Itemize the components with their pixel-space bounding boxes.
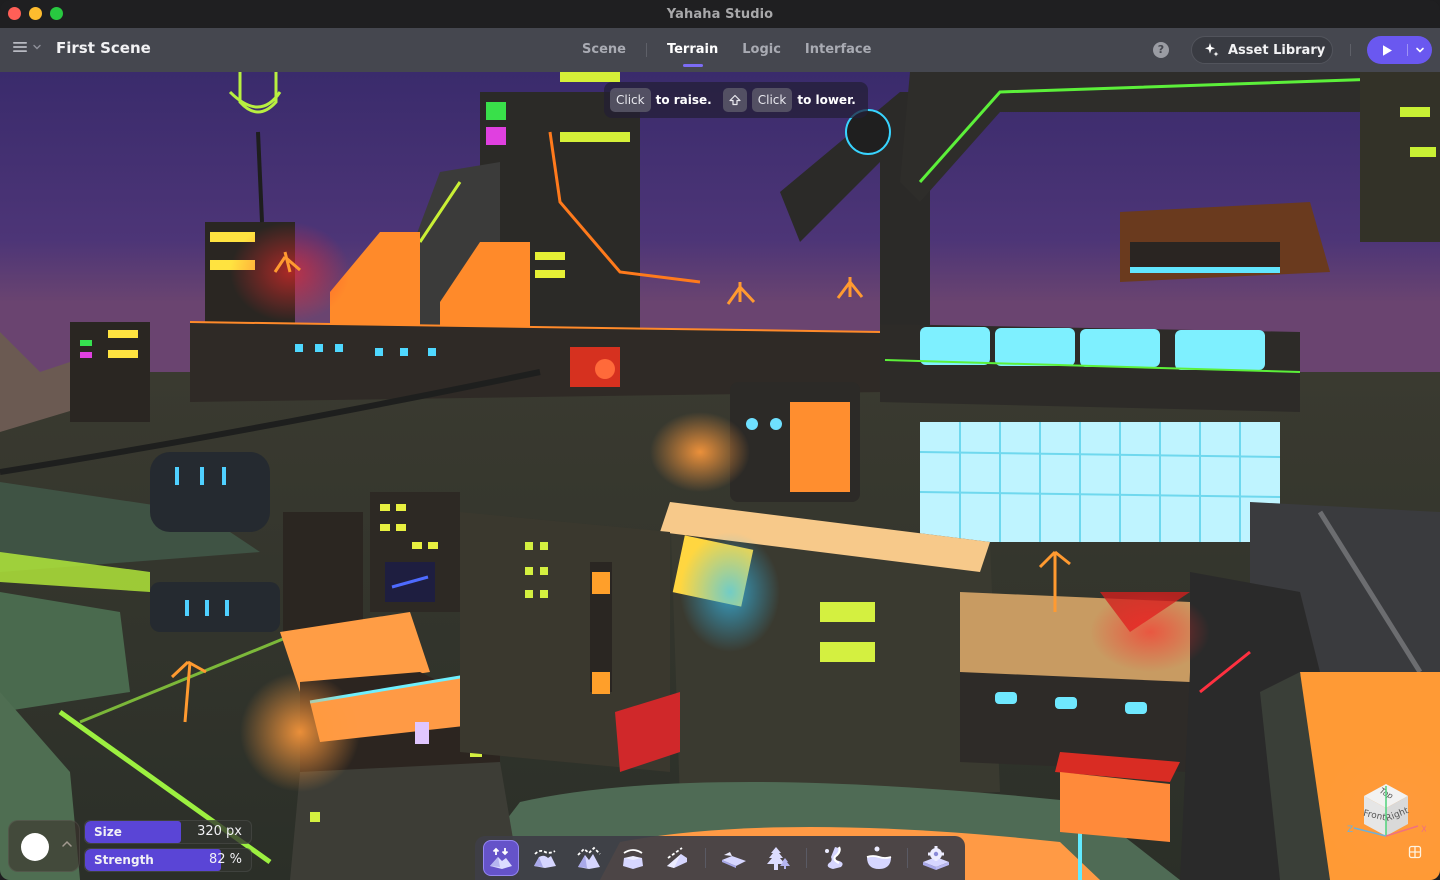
hamburger-menu-icon xyxy=(13,42,27,52)
shift-key-icon xyxy=(729,94,741,106)
terrain-tools-bar xyxy=(475,836,965,880)
gizmo-z-axis-label: Z xyxy=(1347,825,1353,835)
tool-group-divider xyxy=(806,848,807,868)
gizmo-x-axis-label: X xyxy=(1421,825,1426,835)
app-window: Yahaha Studio First Scene Scene Terrain … xyxy=(0,0,1440,880)
scene-viewport[interactable]: Click to raise. Click to lower. Size 320… xyxy=(0,72,1440,880)
flatten-tool[interactable] xyxy=(615,840,651,876)
sharpen-tool[interactable] xyxy=(571,840,607,876)
slope-tool[interactable] xyxy=(659,840,695,876)
toolbar-divider xyxy=(1350,44,1351,56)
sharpen-terrain-icon xyxy=(577,846,601,869)
close-window-button[interactable] xyxy=(8,7,21,20)
terrain-settings-icon xyxy=(923,846,949,870)
window-controls xyxy=(8,7,63,20)
mode-tabs: Scene Terrain Logic Interface xyxy=(570,28,883,72)
brush-strength-slider[interactable]: Strength 82 % xyxy=(84,848,252,872)
play-button-group xyxy=(1367,36,1432,64)
orientation-gizmo[interactable]: Top Front Right X Z xyxy=(1346,772,1426,852)
paint-texture-icon xyxy=(722,852,746,868)
chevron-down-icon xyxy=(33,44,41,50)
river-icon xyxy=(825,846,843,869)
smooth-terrain-icon xyxy=(534,849,556,868)
river-tool[interactable] xyxy=(817,840,853,876)
hint-lower-text: to lower. xyxy=(797,93,856,107)
scene-name[interactable]: First Scene xyxy=(56,39,151,57)
play-options-dropdown[interactable] xyxy=(1408,36,1432,64)
raise-lower-icon xyxy=(490,847,512,869)
tool-group-divider xyxy=(705,848,706,868)
water-basin-icon xyxy=(866,846,892,869)
title-bar: Yahaha Studio xyxy=(0,0,1440,28)
paint-texture-tool[interactable] xyxy=(716,840,752,876)
terrain-scene-render xyxy=(0,72,1440,880)
chevron-down-icon xyxy=(1416,47,1424,53)
main-menu-button[interactable] xyxy=(12,40,42,54)
play-button[interactable] xyxy=(1367,36,1407,64)
play-icon xyxy=(1383,44,1392,56)
main-toolbar: First Scene Scene Terrain Logic Interfac… xyxy=(0,28,1440,72)
tab-scene[interactable]: Scene xyxy=(570,28,638,72)
brush-shape-selector[interactable] xyxy=(8,820,80,872)
raise-lower-tool[interactable] xyxy=(483,840,519,876)
shift-key-badge xyxy=(722,88,747,112)
water-tool[interactable] xyxy=(861,840,897,876)
question-circle-icon: ? xyxy=(1157,43,1165,56)
minimize-window-button[interactable] xyxy=(29,7,42,20)
brush-size-label: Size xyxy=(94,825,122,839)
hint-raise-text: to raise. xyxy=(655,93,712,107)
smooth-tool[interactable] xyxy=(527,840,563,876)
flatten-terrain-icon xyxy=(623,849,643,869)
circle-brush-icon xyxy=(21,833,49,861)
vegetation-tool[interactable] xyxy=(760,840,796,876)
asset-library-label: Asset Library xyxy=(1228,42,1326,58)
brush-size-value: 320 px xyxy=(197,824,242,839)
maximize-window-button[interactable] xyxy=(50,7,63,20)
click-key-badge: Click xyxy=(751,88,793,112)
terrain-settings-tool[interactable] xyxy=(918,840,954,876)
brush-size-slider[interactable]: Size 320 px xyxy=(84,820,252,844)
help-button[interactable]: ? xyxy=(1153,42,1169,58)
slope-terrain-icon xyxy=(667,847,687,868)
viewport-layout-icon[interactable] xyxy=(1408,845,1422,859)
chevron-up-icon xyxy=(62,840,72,847)
tab-terrain[interactable]: Terrain xyxy=(655,28,730,72)
sparkle-icon xyxy=(1205,43,1219,57)
brush-strength-label: Strength xyxy=(94,853,154,867)
click-key-badge: Click xyxy=(610,88,651,112)
app-title: Yahaha Studio xyxy=(666,6,774,22)
terrain-hint-bar: Click to raise. Click to lower. xyxy=(604,82,868,118)
tree-icon xyxy=(767,847,790,870)
asset-library-button[interactable]: Asset Library xyxy=(1191,36,1333,64)
tab-interface[interactable]: Interface xyxy=(793,28,884,72)
brush-strength-value: 82 % xyxy=(208,852,242,867)
tool-group-divider xyxy=(907,848,908,868)
tab-divider xyxy=(645,43,647,57)
tab-logic[interactable]: Logic xyxy=(730,28,793,72)
